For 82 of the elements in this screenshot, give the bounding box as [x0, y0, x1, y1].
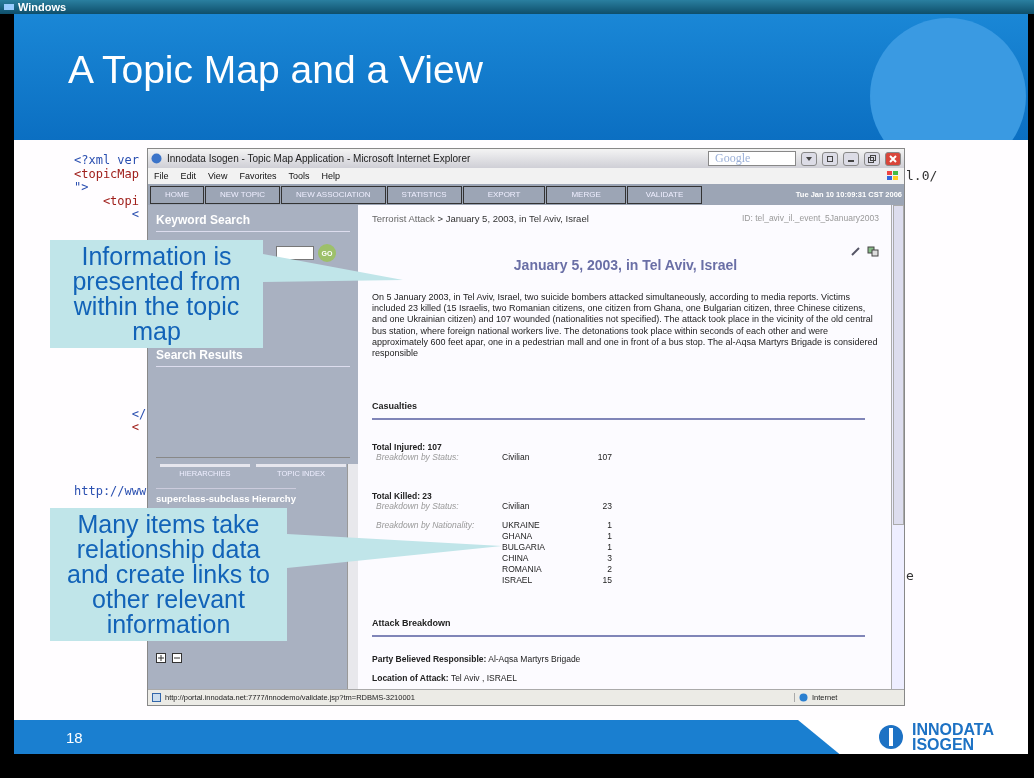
breakdown-count: 1: [607, 542, 612, 554]
nav-button[interactable]: STATISTICS: [386, 185, 462, 204]
section-title: Casualties: [372, 401, 865, 421]
menu-item[interactable]: File: [154, 171, 169, 181]
code-line: <topicMap: [74, 167, 140, 181]
close-button[interactable]: [885, 151, 901, 166]
nav-button[interactable]: HOME: [150, 185, 204, 204]
code-line: <topi: [101, 194, 140, 208]
scrollbar[interactable]: [891, 205, 904, 689]
breakdown-name: ROMANIA: [502, 564, 542, 576]
nav-button[interactable]: NEW TOPIC: [205, 185, 281, 204]
section-title: Attack Breakdown: [372, 618, 865, 638]
breakdown-name: ISRAEL: [502, 575, 533, 587]
slide-number: 18: [66, 728, 83, 746]
nav-button[interactable]: NEW ASSOCIATION: [281, 185, 386, 204]
menu-item[interactable]: View: [208, 171, 228, 181]
attack-field: Party Believed Responsible: Al-Aqsa Martyrs Brigade: [372, 654, 879, 665]
breakdown-label: Breakdown by Nationality:: [375, 520, 475, 531]
pencil-icon: [851, 246, 861, 256]
close-icon: [889, 154, 897, 163]
code-line: ">: [74, 181, 89, 195]
breakdown-label: Breakdown by Status:: [375, 452, 459, 463]
menu-item[interactable]: Edit: [180, 171, 197, 181]
nav-button[interactable]: MERGE: [546, 185, 626, 204]
breakdown-count: 23: [602, 501, 612, 513]
keyword-field[interactable]: [276, 246, 314, 260]
nav-button[interactable]: EXPORT: [462, 185, 546, 204]
breakdown-name: Civilian: [502, 452, 530, 464]
breakdown-count: 1: [607, 520, 612, 532]
logo-text: INNODATA: [911, 722, 994, 737]
breakdown-count: 3: [607, 553, 612, 565]
breakdown-count: 15: [602, 575, 612, 587]
topic-id: ID: tel_aviv_il._event_5January2003: [741, 213, 879, 224]
search-field[interactable]: Google: [708, 151, 796, 166]
collapse-icon: [172, 653, 182, 663]
nav-button[interactable]: VALIDATE: [626, 185, 703, 204]
breakdown-name: BULGARIA: [502, 542, 545, 554]
copy-icon: [867, 246, 879, 257]
total-label: Total Killed: 23: [372, 491, 433, 502]
menu-item[interactable]: Favorites: [239, 171, 277, 181]
callout: Information is presented from within the topic map: [50, 240, 263, 348]
total-label: Total Injured: 107: [372, 442, 443, 453]
restore-icon: [868, 154, 876, 163]
sidebar-heading: Keyword Search: [156, 213, 350, 232]
topic-heading: January 5, 2003, in Tel Aviv, Israel: [512, 257, 739, 273]
restore-button[interactable]: [864, 151, 880, 166]
toolbar-button[interactable]: [822, 151, 838, 166]
callout: Many items take relationship data and create links to other relevant information: [50, 508, 287, 641]
breakdown-name: GHANA: [502, 531, 533, 543]
breadcrumb: Terrorist Attack > January 5, 2003, in Tel Aviv, Israel: [372, 213, 589, 224]
app-icon: [4, 3, 14, 11]
globe-icon: [799, 693, 808, 702]
code-fragment: l.0/: [906, 168, 938, 183]
browser-title: Innodata Isogen - Topic Map Application - Microsoft Internet Explorer: [167, 153, 472, 164]
caret-icon: [806, 156, 812, 161]
hierarchy-title: superclass-subclass Hierarchy: [156, 488, 296, 504]
code-line: <: [130, 421, 140, 435]
breakdown-name: CHINA: [502, 553, 529, 565]
breakdown-label: Breakdown by Status:: [375, 501, 459, 512]
code-fragment: e: [906, 568, 914, 583]
page-icon: [152, 693, 161, 702]
breakdown-count: 1: [607, 531, 612, 543]
breakdown-name: UKRAINE: [502, 520, 540, 532]
breakdown-count: 107: [597, 452, 612, 464]
logo-text: ISOGEN: [911, 737, 976, 752]
code-line: <?xml ver: [74, 154, 140, 168]
topic-description: On 5 January 2003, in Tel Aviv, Israel, two suicide bombers attacked simultaneously, according to media reports. Victims included 23 killed (15 Israelis, two Romanian citizens, one citizen from Ghana, one Bulgarian citizen, three Chinese citizens, and one Ukrainian citizen) and 107 wounded (nationalities not specified). The attack took place in the vicinity of the old central bus station, where foreign national workers live. The detonations took place within seconds of each other and were approximately 600 feet apar, one in a pedestrian mall and one in front of a bus stop. The al-Aqsa Martyrs Brigade is considered responsible: [372, 292, 879, 360]
expand-icon: [156, 653, 166, 663]
menu-item[interactable]: Help: [321, 171, 340, 181]
code-line: <: [131, 208, 140, 222]
windows-flag-icon: [886, 170, 900, 182]
breakdown-name: Civilian: [502, 501, 530, 513]
browser-icon: [151, 153, 162, 164]
code-line: http://www: [74, 484, 147, 498]
code-line: </: [130, 407, 147, 421]
slide-title: A Topic Map and a View: [68, 48, 483, 92]
breakdown-count: 2: [607, 564, 612, 576]
minimize-button[interactable]: [843, 151, 859, 166]
window-title: Windows: [18, 0, 67, 14]
attack-field: Location of Attack: Tel Aviv , ISRAEL: [372, 673, 879, 684]
menu-item[interactable]: Tools: [288, 171, 310, 181]
dropdown-button[interactable]: [801, 151, 817, 166]
